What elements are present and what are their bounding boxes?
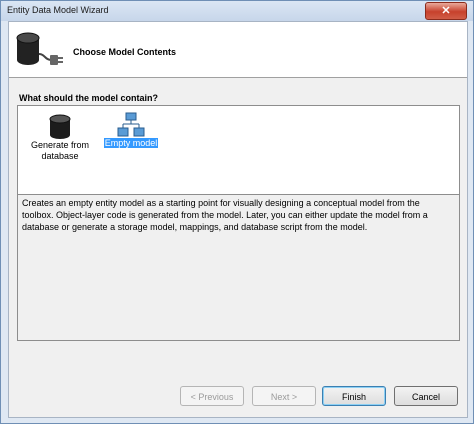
next-button[interactable]: Next > xyxy=(252,386,316,406)
choice-label-selected: Empty model xyxy=(103,138,159,148)
model-question-label: What should the model contain? xyxy=(19,93,158,103)
database-plug-icon xyxy=(16,32,63,65)
close-button[interactable]: ✕ xyxy=(425,2,467,20)
model-choice-list: Generate from database Empty model xyxy=(17,105,460,195)
choice-empty-model[interactable]: Empty model xyxy=(96,112,166,149)
window-title: Entity Data Model Wizard xyxy=(7,5,109,15)
header-divider xyxy=(9,77,467,78)
previous-button[interactable]: < Previous xyxy=(180,386,244,406)
finish-button[interactable]: Finish xyxy=(322,386,386,406)
wizard-header: Choose Model Contents xyxy=(9,22,467,77)
choice-generate-from-database[interactable]: Generate from database xyxy=(25,114,95,162)
title-bar[interactable]: Entity Data Model Wizard ✕ xyxy=(1,1,473,21)
choice-label: Generate from database xyxy=(30,140,90,161)
wizard-client-area: Choose Model Contents What should the mo… xyxy=(8,21,468,418)
page-title: Choose Model Contents xyxy=(73,47,176,57)
description-text: Creates an empty entity model as a start… xyxy=(22,198,428,232)
empty-model-icon xyxy=(117,112,145,137)
description-panel: Creates an empty entity model as a start… xyxy=(17,194,460,341)
cancel-button[interactable]: Cancel xyxy=(394,386,458,406)
database-icon xyxy=(49,114,71,139)
wizard-window: Entity Data Model Wizard ✕ Choose Model … xyxy=(0,0,474,424)
